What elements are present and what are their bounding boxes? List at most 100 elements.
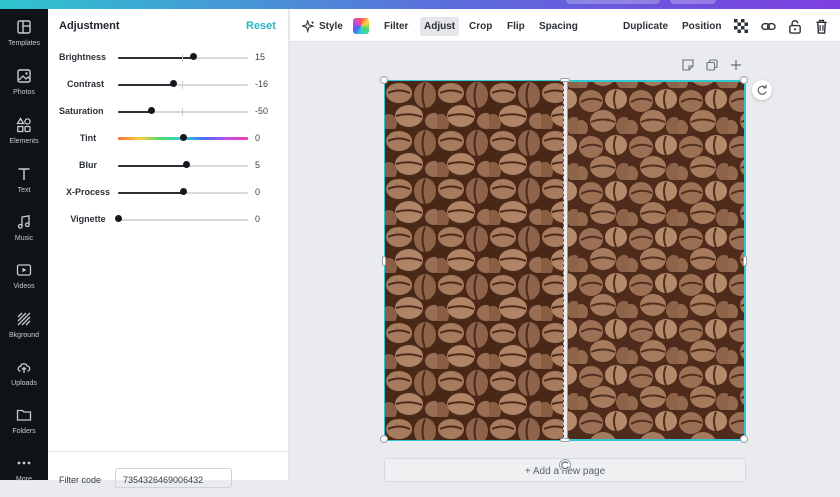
uploads-icon [17,363,31,373]
sidebar-item-text[interactable]: Text [0,164,48,208]
more-icon [17,461,31,465]
slider-tint[interactable]: Tint 0 [48,130,289,148]
coffee-beans-photo-right[interactable] [567,81,745,440]
filter-button[interactable]: Filter [380,17,412,36]
slider-value: 0 [255,214,261,224]
templates-icon [17,20,31,34]
sidebar-item-background[interactable]: Bkground [0,309,48,353]
resize-handle[interactable] [560,438,570,442]
rotate-handle[interactable] [559,459,571,471]
left-sidebar: Templates Photos Elements Text Music Vid… [0,9,48,483]
design-canvas: + Add a new page [290,42,840,482]
slider-thumb[interactable] [147,107,155,114]
resize-handle[interactable] [380,76,388,84]
sidebar-item-label: Elements [9,138,39,145]
slider-value: 5 [255,160,261,170]
sidebar-item-folders[interactable]: Folders [0,405,48,449]
slider-thumb[interactable] [115,215,122,222]
filter-code-section: Filter code 7354326469006432 [48,451,289,488]
slider-label: Tint [79,133,97,143]
coffee-beans-photo-left[interactable] [385,81,564,440]
slider-label: Saturation [59,106,104,116]
elements-icon [16,117,31,133]
sidebar-item-elements[interactable]: Elements [0,115,48,159]
filter-code-label: Filter code [59,475,102,485]
unlock-icon[interactable] [787,18,803,34]
sidebar-item-videos[interactable]: Videos [0,260,48,304]
resize-handle[interactable] [560,78,570,82]
resize-handle[interactable] [743,256,747,266]
slider-value: -50 [255,106,269,116]
sidebar-item-label: Music [14,235,34,242]
duplicate-page-icon[interactable] [705,58,719,72]
reset-button[interactable]: Reset [246,20,276,32]
color-picker-swatch[interactable] [353,18,369,34]
sparkle-icon [302,20,315,33]
crop-button[interactable]: Crop [465,17,496,36]
sidebar-item-label: Templates [8,40,40,47]
coffee-beans-image [568,82,744,439]
style-button[interactable]: Style [298,17,347,36]
resize-handle[interactable] [382,256,386,266]
slider-track[interactable] [118,219,248,221]
sidebar-item-photos[interactable]: Photos [0,66,48,110]
slider-value: -16 [255,79,269,89]
photos-icon [17,69,31,83]
slider-track[interactable] [118,54,248,62]
sidebar-item-label: Uploads [11,380,37,387]
sidebar-item-templates[interactable]: Templates [0,17,48,61]
top-bar-highlight [670,0,716,4]
slider-thumb[interactable] [189,53,197,60]
background-icon [17,312,31,326]
slider-value: 15 [255,52,266,62]
page-note-icon[interactable] [681,58,695,72]
slider-x-process[interactable]: X-Process 0 [48,184,289,202]
top-bar-highlight [566,0,660,4]
slider-blur[interactable]: Blur 5 [48,157,289,175]
spacing-button[interactable]: Spacing [535,17,582,36]
folders-icon [16,409,32,421]
photo-grid-selection[interactable] [380,76,748,443]
rotate-button[interactable] [752,80,772,100]
resize-handle[interactable] [380,435,388,443]
trash-icon[interactable] [813,18,829,34]
slider-thumb[interactable] [180,188,187,195]
sidebar-item-label: Videos [13,283,35,290]
slider-label: Vignette [70,214,106,224]
rotate-icon [757,84,767,95]
position-button[interactable]: Position [678,17,725,36]
resize-handle[interactable] [740,435,748,443]
sidebar-item-music[interactable]: Music [0,212,48,256]
transparency-icon[interactable] [733,18,749,34]
sidebar-item-label: Text [17,187,31,194]
slider-saturation[interactable]: Saturation -50 [48,103,289,121]
slider-brightness[interactable]: Brightness 15 [48,49,289,67]
coffee-beans-image [385,81,563,440]
slider-track[interactable] [118,81,248,89]
slider-thumb[interactable] [182,161,190,168]
slider-value: 0 [255,187,261,197]
filter-code-input[interactable]: 7354326469006432 [115,468,232,488]
slider-thumb[interactable] [180,134,187,141]
resize-handle[interactable] [740,76,748,84]
sidebar-item-more[interactable]: More [0,453,48,497]
sidebar-item-uploads[interactable]: Uploads [0,357,48,401]
slider-contrast[interactable]: Contrast -16 [48,76,289,94]
slider-vignette[interactable]: Vignette 0 [48,211,289,229]
panel-title: Adjustment [59,20,120,32]
slider-thumb[interactable] [169,80,177,87]
text-icon [18,168,30,180]
add-page-icon[interactable] [729,58,743,72]
flip-button[interactable]: Flip [503,17,529,36]
videos-icon [16,264,32,276]
duplicate-button[interactable]: Duplicate [619,17,672,36]
adjust-button[interactable]: Adjust [420,17,460,36]
top-gradient-bar [0,0,840,9]
sidebar-item-label: Bkground [9,332,39,339]
slider-label: X-Process [65,187,111,197]
editor-toolbar: Style Filter Adjust Crop Flip Spacing Du… [290,9,840,42]
slider-label: Blur [79,160,97,170]
link-icon[interactable] [760,18,776,34]
slider-track[interactable] [118,108,248,116]
music-icon [17,215,30,229]
